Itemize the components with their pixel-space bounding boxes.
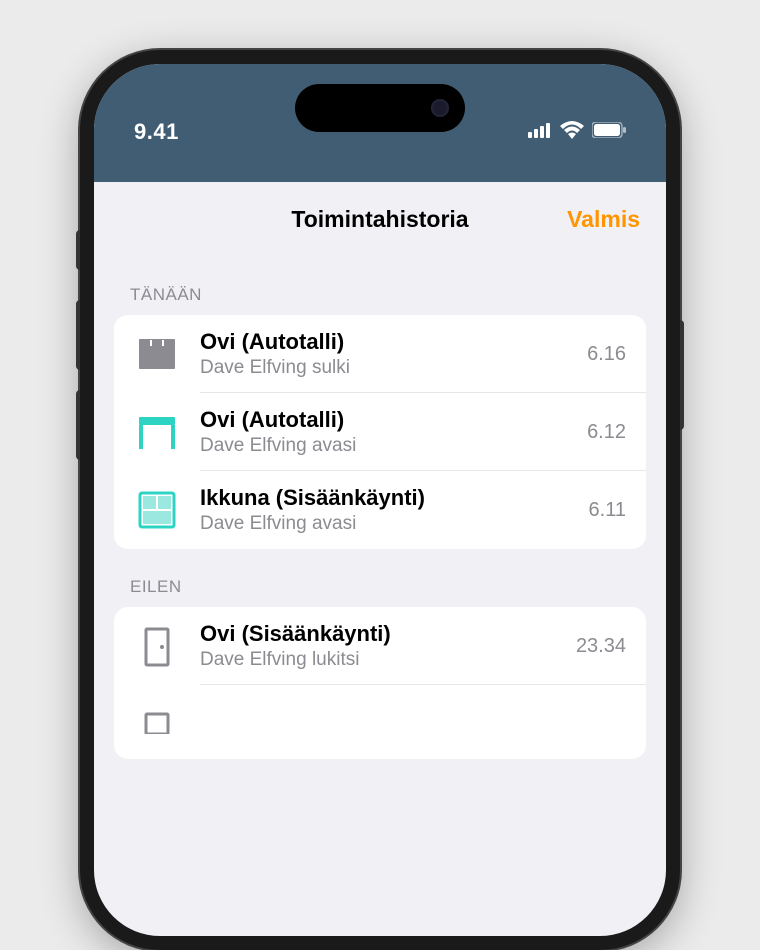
history-item-title: Ovi (Autotalli) [200,329,587,355]
done-button[interactable]: Valmis [567,206,640,233]
history-item[interactable]: Ovi (Autotalli) Dave Elfving avasi 6.12 [114,393,646,471]
history-item-title: Ikkuna (Sisäänkäynti) [200,485,589,511]
side-button [76,230,80,270]
garage-closed-icon [134,331,180,377]
wifi-icon [560,121,584,144]
section-header-yesterday: EILEN [94,549,666,607]
history-item-title: Ovi (Sisäänkäynti) [200,621,576,647]
dynamic-island [295,84,465,132]
volume-up-button [76,300,80,370]
cellular-signal-icon [528,122,552,143]
garage-open-icon [134,409,180,455]
history-item[interactable]: Ikkuna (Sisäänkäynti) Dave Elfving avasi… [114,471,646,549]
status-bar: 9.41 [94,64,666,182]
history-item-time: 23.34 [576,635,626,658]
history-item-subtitle: Dave Elfving lukitsi [200,649,576,671]
battery-icon [592,122,626,143]
history-item-title: Ovi (Autotalli) [200,407,587,433]
volume-down-button [76,390,80,460]
history-item[interactable]: Ovi (Autotalli) Dave Elfving sulki 6.16 [114,315,646,393]
history-item-time: 6.16 [587,343,626,366]
section-card-today: Ovi (Autotalli) Dave Elfving sulki 6.16 … [114,315,646,549]
history-item-content: Ovi (Sisäänkäynti) Dave Elfving lukitsi [200,621,576,671]
history-item-time: 6.12 [587,421,626,444]
history-item-content: Ovi (Autotalli) Dave Elfving sulki [200,329,587,379]
history-item-content: Ikkuna (Sisäänkäynti) Dave Elfving avasi [200,485,589,535]
history-item-time: 6.11 [589,499,626,522]
door-locked-icon [134,623,180,669]
section-card-yesterday: Ovi (Sisäänkäynti) Dave Elfving lukitsi … [114,607,646,759]
screen: 9.41 Toimintahistoria Valmis TÄNÄÄN [94,64,666,936]
power-button [680,320,684,430]
status-time: 9.41 [134,119,179,145]
history-item[interactable]: Ovi (Sisäänkäynti) Dave Elfving lukitsi … [114,607,646,685]
status-icons [528,121,626,144]
history-item[interactable] [114,685,646,759]
phone-frame: 9.41 Toimintahistoria Valmis TÄNÄÄN [80,50,680,950]
camera-dot [431,99,449,117]
section-header-today: TÄNÄÄN [94,257,666,315]
history-item-subtitle: Dave Elfving sulki [200,357,587,379]
history-item-subtitle: Dave Elfving avasi [200,435,587,457]
page-header: Toimintahistoria Valmis [94,182,666,257]
history-item-content: Ovi (Autotalli) Dave Elfving avasi [200,407,587,457]
history-item-subtitle: Dave Elfving avasi [200,513,589,535]
page-title: Toimintahistoria [291,206,468,233]
window-open-icon [134,487,180,533]
door-icon [134,699,180,745]
